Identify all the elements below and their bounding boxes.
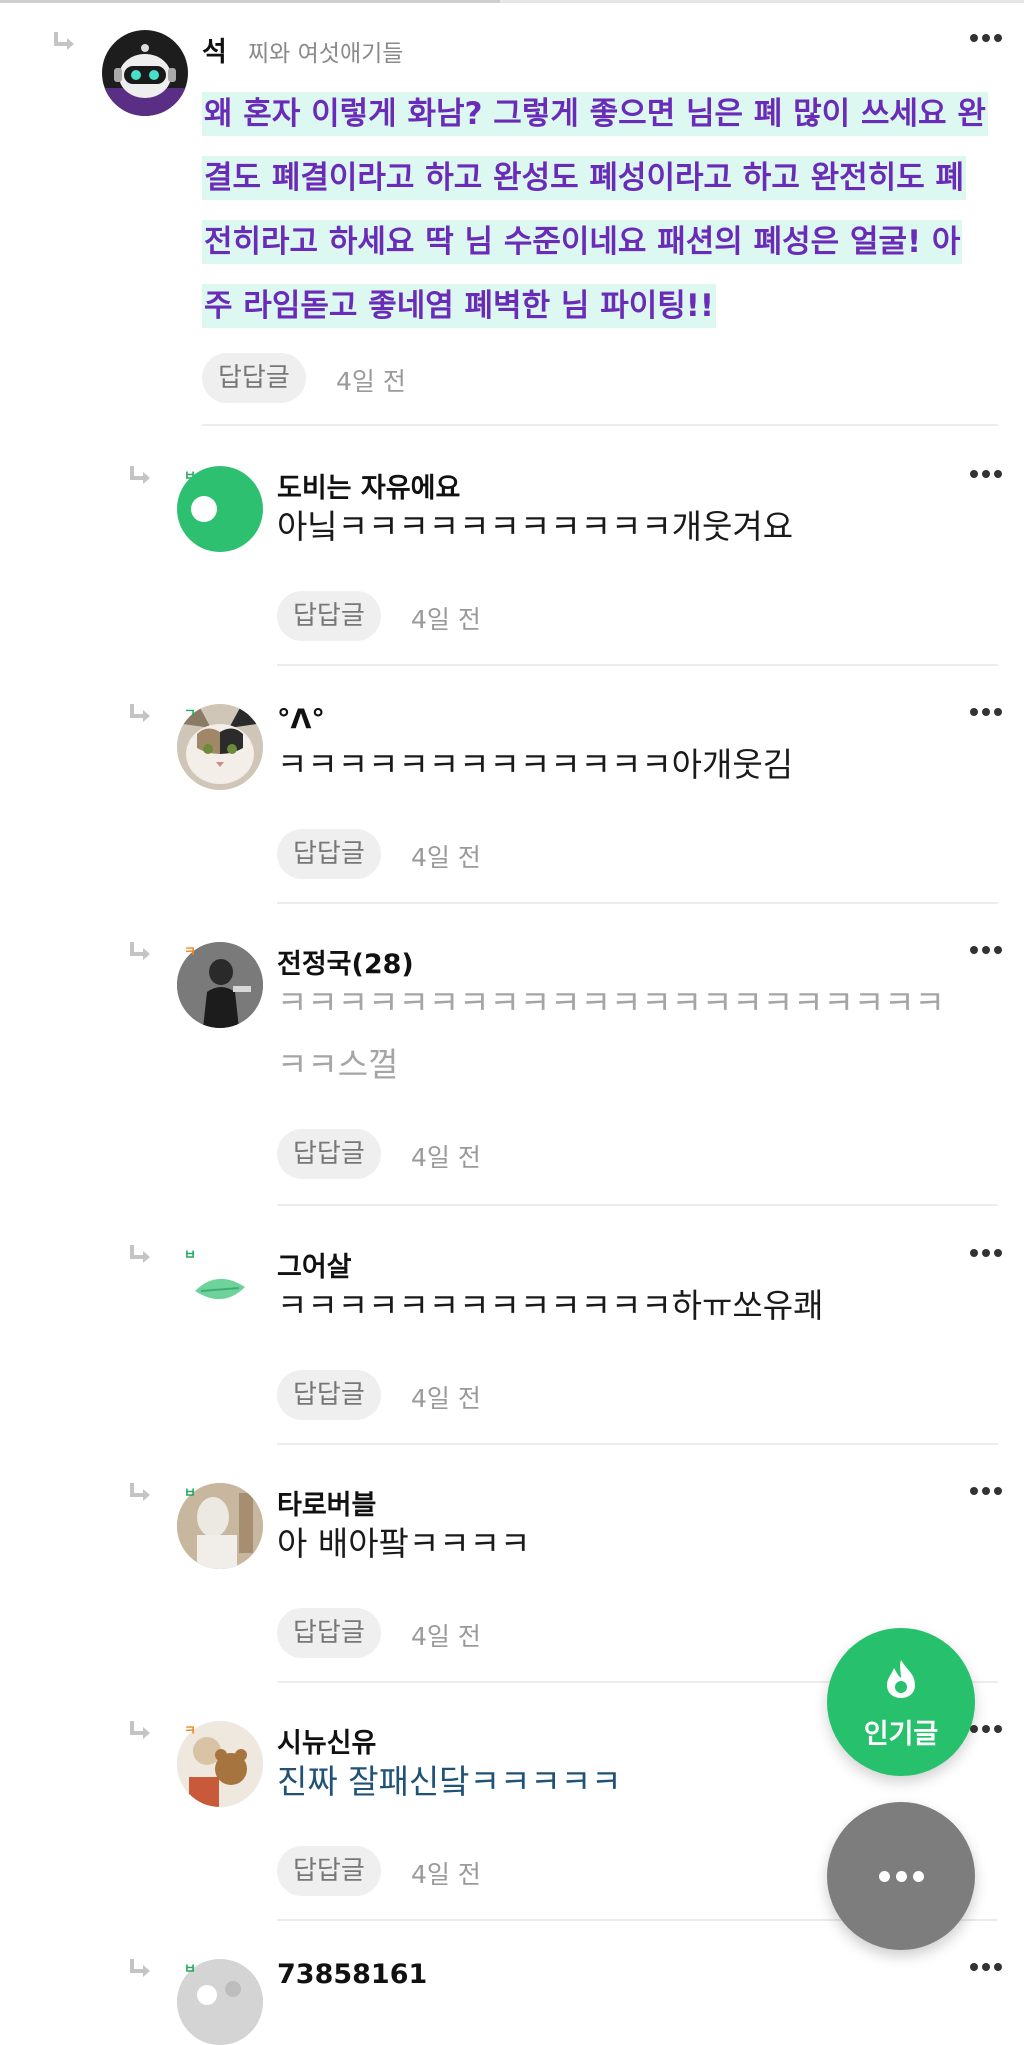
comment-time: 4일 전	[336, 367, 406, 396]
more-dots-icon[interactable]	[970, 1961, 1002, 1973]
popular-label: 인기글	[863, 1719, 939, 1750]
comment-text: ㅋㅋㅋㅋㅋㅋㅋㅋㅋㅋㅋㅋㅋㅋㅋㅋㅋㅋㅋㅋㅋㅋ	[277, 983, 945, 1022]
reply-button[interactable]: 답답글	[277, 829, 381, 879]
divider	[202, 424, 998, 426]
level-badge: ㄱ	[184, 707, 196, 722]
comment-text: 진짜 잘패신닼ㅋㅋㅋㅋㅋ	[277, 1762, 622, 1801]
reply-button[interactable]: 답답글	[277, 1370, 381, 1420]
comment-time: 4일 전	[411, 1143, 481, 1172]
more-dots-icon[interactable]	[970, 944, 1002, 956]
more-dots-icon[interactable]	[970, 32, 1002, 44]
fire-icon	[887, 1660, 915, 1698]
comment-time: 4일 전	[411, 1384, 481, 1413]
avatar[interactable]	[102, 30, 188, 116]
reply-arrow-icon	[54, 32, 74, 50]
reply-button[interactable]: 답답글	[277, 591, 381, 641]
more-dots-icon[interactable]	[970, 1485, 1002, 1497]
commenter-name[interactable]: 석	[202, 30, 227, 69]
more-menu-button[interactable]	[827, 1802, 975, 1950]
comment-time: 4일 전	[411, 1860, 481, 1889]
commenter-name[interactable]: °ᐱ°	[277, 704, 325, 735]
reply-arrow-icon	[130, 704, 150, 722]
level-badge: ㅂ	[184, 1486, 196, 1501]
reply-arrow-icon	[130, 1483, 150, 1501]
more-dot	[913, 1871, 924, 1882]
more-dots-icon[interactable]	[970, 706, 1002, 718]
more-dots-icon	[879, 1871, 890, 1882]
popular-posts-button[interactable]: 인기글	[827, 1628, 975, 1776]
comment-time: 4일 전	[411, 605, 481, 634]
comment-text: 왜 혼자 이렇게 화남? 그렇게 좋으면 님은 폐 많이 쓰세요 완 결도 폐결…	[202, 82, 1002, 338]
reply-arrow-icon	[130, 942, 150, 960]
commenter-subtitle: 찌와 여섯애기들	[248, 41, 404, 67]
comment-text: ㅋㅋㅋㅋㅋㅋㅋㅋㅋㅋㅋㅋㅋ하ㅠ쏘유쾌	[277, 1286, 824, 1325]
comment-time: 4일 전	[411, 1622, 481, 1651]
level-badge: ㅋ	[184, 945, 196, 960]
more-dots-icon[interactable]	[970, 468, 1002, 480]
reply-arrow-icon	[130, 1245, 150, 1263]
divider	[277, 664, 998, 666]
divider	[277, 902, 998, 904]
level-badge: ㅋ	[184, 1724, 196, 1739]
divider	[277, 1443, 998, 1445]
divider	[277, 1204, 998, 1206]
comment-line: 주 라임돋고 좋네염 폐벽한 님 파이팅!!	[202, 274, 1002, 338]
comment-line: 결도 폐결이라고 하고 완성도 폐성이라고 하고 완전히도 폐	[202, 146, 1002, 210]
avatar[interactable]	[177, 466, 263, 552]
comment-time: 4일 전	[411, 843, 481, 872]
reply-button[interactable]: 답답글	[202, 353, 306, 403]
reply-button[interactable]: 답답글	[277, 1846, 381, 1896]
commenter-name[interactable]: 73858161	[277, 1959, 427, 1990]
reply-arrow-icon	[130, 1721, 150, 1739]
top-border	[0, 0, 1024, 3]
reply-button[interactable]: 답답글	[277, 1129, 381, 1179]
comment-text: 아 배아팤ㅋㅋㅋㅋ	[277, 1524, 531, 1563]
reply-button[interactable]: 답답글	[277, 1608, 381, 1658]
comment-text: ㅋㅋ스껄	[277, 1045, 399, 1084]
reply-arrow-icon	[130, 466, 150, 484]
level-badge: ㅂ	[184, 1962, 196, 1977]
comment-line: 왜 혼자 이렇게 화남? 그렇게 좋으면 님은 폐 많이 쓰세요 완	[202, 82, 1002, 146]
more-dot	[896, 1871, 907, 1882]
comment-text: 아닠ㅋㅋㅋㅋㅋㅋㅋㅋㅋㅋㅋ개웃겨요	[277, 507, 794, 546]
reply-arrow-icon	[130, 1959, 150, 1977]
level-badge: ㅂ	[184, 1248, 196, 1263]
comment-text: ㅋㅋㅋㅋㅋㅋㅋㅋㅋㅋㅋㅋㅋ아개웃김	[277, 745, 794, 784]
comment-line: 전히라고 하세요 딱 님 수준이네요 패션의 폐성은 얼굴! 아	[202, 210, 1002, 274]
more-dots-icon[interactable]	[970, 1247, 1002, 1259]
